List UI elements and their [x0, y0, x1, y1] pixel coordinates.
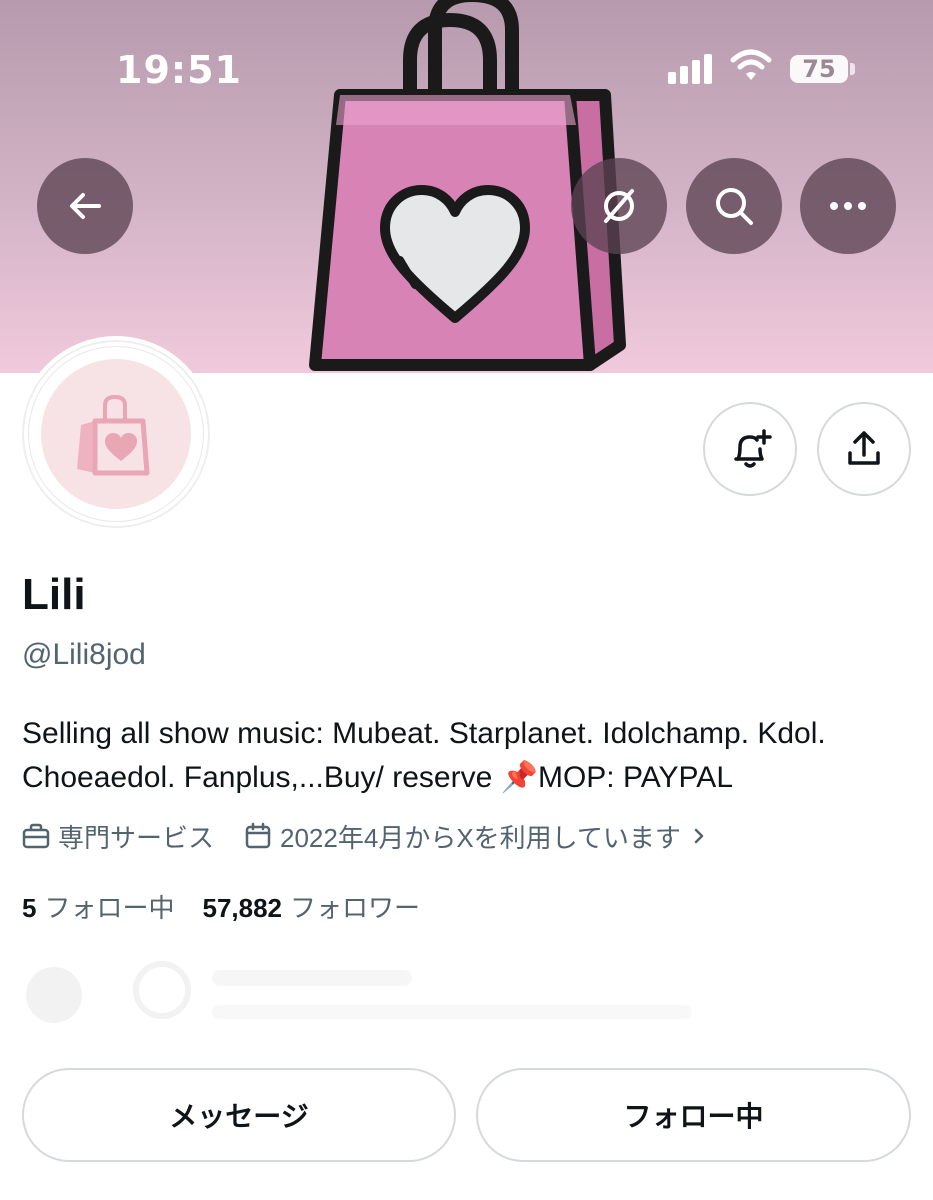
category-item: 専門サービス [22, 818, 214, 855]
avatar-frame [28, 346, 204, 522]
arrow-left-icon [70, 193, 101, 219]
search-button[interactable] [686, 158, 782, 254]
share-button[interactable] [817, 402, 911, 496]
briefcase-icon [22, 823, 50, 849]
profile-bio: Selling all show music: Mubeat. Starplan… [22, 717, 826, 794]
status-time: 19:51 [116, 48, 242, 92]
back-button[interactable] [37, 158, 133, 254]
joined-item[interactable]: 2022年4月からXを利用しています [244, 818, 717, 855]
status-bar: 19:51 75 [0, 0, 933, 130]
message-button[interactable]: メッセージ [22, 1068, 456, 1162]
battery-tip [850, 63, 855, 75]
joined-label: 2022年4月からXを利用しています [280, 822, 681, 853]
follow-stats: 5 フォロー中 57,882 フォロワー [22, 888, 448, 925]
following-button[interactable]: フォロー中 [476, 1068, 911, 1162]
following-label[interactable]: フォロー中 [44, 888, 174, 925]
profile-name: Lili [22, 570, 86, 619]
wifi-icon [730, 49, 772, 80]
avatar[interactable] [18, 336, 214, 532]
slash-circle-icon [604, 189, 634, 223]
battery-level: 75 [790, 55, 848, 83]
category-label: 専門サービス [58, 822, 215, 853]
avatar-image [41, 359, 191, 509]
grok-button[interactable] [571, 158, 667, 254]
search-icon [716, 188, 753, 225]
more-button[interactable] [800, 158, 896, 254]
share-icon [848, 431, 880, 465]
calendar-icon [245, 822, 271, 849]
followed-by-placeholder [26, 961, 692, 1023]
profile-meta: 専門サービス 2022年4月からXを利用しています [22, 816, 717, 856]
followers-count[interactable]: 57,882 [202, 893, 282, 924]
cellular-signal-icon [668, 52, 716, 84]
following-count[interactable]: 5 [22, 893, 36, 924]
profile-handle: @Lili8jod [22, 638, 146, 671]
bell-plus-icon [734, 429, 772, 468]
more-icon [830, 202, 866, 210]
chevron-right-icon [694, 828, 704, 844]
shopping-bag-heart-icon [77, 394, 150, 476]
followers-label[interactable]: フォロワー [290, 888, 420, 925]
notify-button[interactable] [703, 402, 797, 496]
